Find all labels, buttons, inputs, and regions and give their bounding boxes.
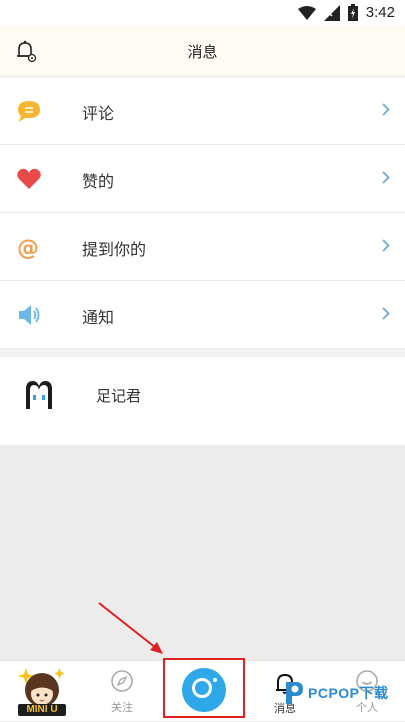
section-divider xyxy=(0,349,405,357)
compass-icon xyxy=(111,670,133,692)
message-menu: 评论 赞的 @ 提到你的 通知 xyxy=(0,77,405,348)
chevron-right-icon xyxy=(382,103,390,116)
account-name: 足记君 xyxy=(96,387,142,405)
tab-follow[interactable]: 关注 xyxy=(105,669,139,715)
wifi-icon xyxy=(297,5,316,20)
chevron-right-icon xyxy=(382,171,390,184)
page-title: 消息 xyxy=(187,43,218,61)
official-account-row[interactable]: 足记君 xyxy=(0,357,405,445)
menu-item-likes[interactable]: 赞的 xyxy=(0,145,405,213)
menu-item-comments[interactable]: 评论 xyxy=(0,77,405,145)
status-time: 3:42 xyxy=(365,4,395,21)
header: 消息 xyxy=(0,26,405,77)
menu-label: 赞的 xyxy=(82,172,115,191)
account-avatar xyxy=(18,375,60,417)
menu-item-mentions[interactable]: @ 提到你的 xyxy=(0,213,405,281)
tab-mini-u[interactable]: MINI U xyxy=(16,664,68,718)
empty-area xyxy=(0,445,405,660)
camera-icon xyxy=(182,668,226,712)
signal-icon xyxy=(323,4,340,21)
chevron-right-icon xyxy=(382,239,390,252)
tab-follow-label: 关注 xyxy=(111,701,133,714)
camera-button[interactable] xyxy=(163,658,245,718)
watermark: PCPOP下载 xyxy=(283,680,389,706)
chevron-right-icon xyxy=(382,307,390,320)
status-bar: 3:42 xyxy=(0,0,405,26)
mini-u-label: MINI U xyxy=(26,704,58,715)
status-icons: 3:42 xyxy=(297,4,395,21)
menu-label: 评论 xyxy=(82,104,115,123)
menu-label: 提到你的 xyxy=(82,240,147,259)
comment-bubble-icon xyxy=(18,101,40,122)
camera-flash-dot xyxy=(213,678,217,682)
at-sign-icon: @ xyxy=(17,236,39,259)
speaker-icon xyxy=(19,305,40,325)
watermark-text: PCPOP下载 xyxy=(308,685,389,701)
svg-text:@: @ xyxy=(17,236,39,259)
heart-icon xyxy=(17,168,41,189)
battery-icon xyxy=(347,4,358,21)
camera-lens xyxy=(192,678,212,698)
menu-label: 通知 xyxy=(82,308,115,327)
watermark-logo-icon xyxy=(286,682,303,704)
menu-item-notifications[interactable]: 通知 xyxy=(0,281,405,348)
